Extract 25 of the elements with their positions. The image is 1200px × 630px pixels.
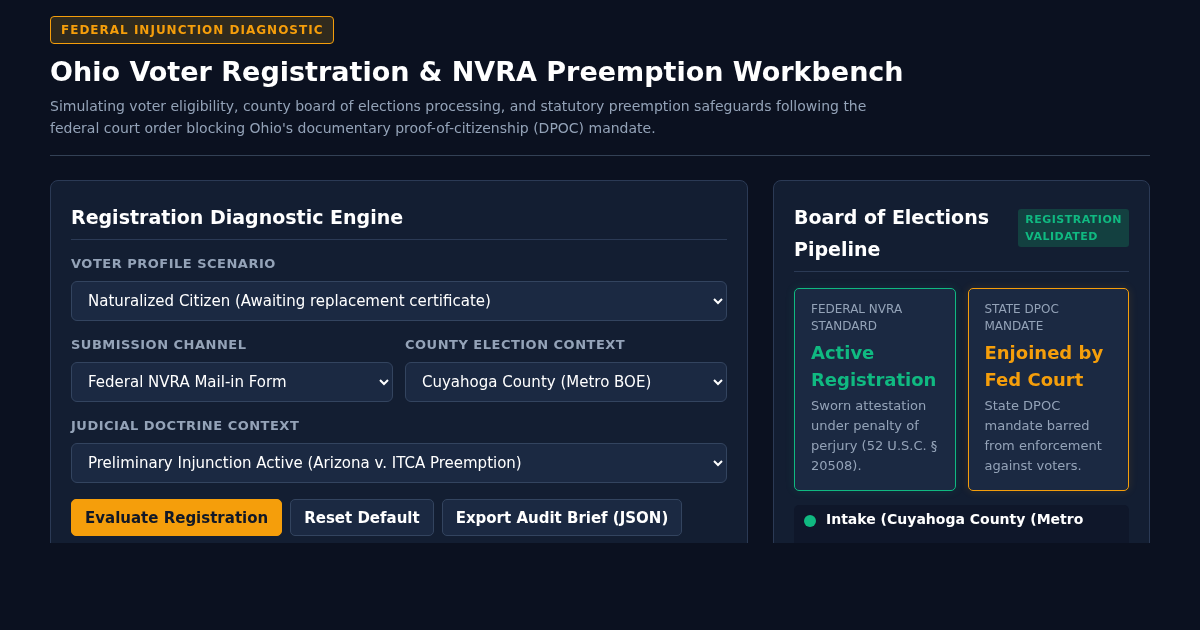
status-badge: REGISTRATION VALIDATED xyxy=(1018,209,1129,247)
step-marker-icon xyxy=(804,515,816,527)
card-note: State DPOC mandate barred from enforcement against voters. xyxy=(984,397,1103,475)
field-label: COUNTY ELECTION CONTEXT xyxy=(405,337,627,352)
diagnostic-badge: FEDERAL INJUNCTION DIAGNOSTIC xyxy=(50,16,335,44)
field-label: JUDICIAL DOCTRINE CONTEXT xyxy=(71,418,301,433)
step-title: Intake (Cuyahoga County (Metro xyxy=(826,511,1084,527)
card-heading: FEDERAL NVRA STANDARD xyxy=(811,301,904,335)
action-button[interactable]: Reset Default xyxy=(290,499,434,536)
field-label: SUBMISSION CHANNEL xyxy=(71,337,248,352)
evaluate-button[interactable]: Evaluate Registration xyxy=(71,499,283,536)
page-subtitle: Simulating voter eligibility, county board of elections processing, and statutory preemption safeguards following the federal court order blocking Ohio's documentary proof-of-citizenship (DPOC) mandate. xyxy=(50,97,868,138)
card-result: Active Registration xyxy=(811,341,938,392)
card-note: Sworn attestation under penalty of perjury (52 U.S.C. § 20508). xyxy=(811,397,939,475)
dropdown-field[interactable]: Preliminary Injunction Active (Arizona v. ITCA Preemption) xyxy=(71,443,727,483)
card-heading: STATE DPOC MANDATE xyxy=(984,301,1060,335)
panel-title: Registration Diagnostic Engine xyxy=(71,205,404,230)
page-title: Ohio Voter Registration & NVRA Preemption Workbench xyxy=(50,56,905,87)
action-button[interactable]: Export Audit Brief (JSON) xyxy=(441,499,683,536)
dropdown-field[interactable]: Cuyahoga County (Metro BOE) xyxy=(405,362,727,402)
dropdown-field[interactable]: Naturalized Citizen (Awaiting replacement certificate) xyxy=(71,281,727,321)
field-label: VOTER PROFILE SCENARIO xyxy=(71,256,277,271)
card-result: Enjoined by Fed Court xyxy=(984,341,1105,392)
panel-title: Board of Elections Pipeline xyxy=(794,205,990,262)
dropdown-field[interactable]: Federal NVRA Mail-in Form xyxy=(71,362,393,402)
